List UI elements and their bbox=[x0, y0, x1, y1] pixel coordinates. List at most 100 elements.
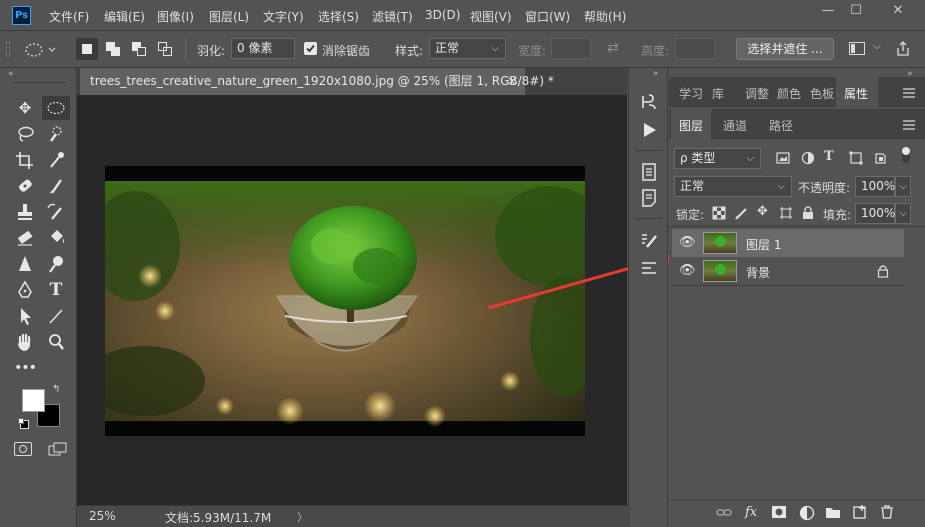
elliptical-marquee-tool-icon[interactable] bbox=[42, 96, 70, 120]
layer-filter-select[interactable]: ρ 类型 ⌵ bbox=[674, 148, 761, 169]
menu-filter[interactable]: 滤镜(T) bbox=[372, 8, 413, 25]
paragraph-settings-icon[interactable] bbox=[639, 258, 659, 278]
link-layers-icon[interactable] bbox=[716, 506, 732, 520]
menu-3d[interactable]: 3D(D) bbox=[425, 8, 460, 22]
tab-libraries[interactable]: 库 bbox=[712, 85, 724, 102]
paint-bucket-tool-icon[interactable] bbox=[42, 226, 70, 250]
tab-paths[interactable]: 路径 bbox=[769, 117, 793, 134]
tab-channels[interactable]: 通道 bbox=[723, 117, 747, 134]
visibility-eye-icon[interactable]: 👁 bbox=[679, 235, 696, 251]
tool-preset-picker[interactable] bbox=[22, 40, 62, 60]
dodge-tool-icon[interactable] bbox=[42, 252, 70, 276]
share-icon[interactable] bbox=[894, 40, 912, 58]
actions-play-icon[interactable] bbox=[639, 120, 659, 140]
tab-layers[interactable]: 图层 bbox=[671, 109, 711, 139]
adjustment-layer-filter-icon[interactable] bbox=[801, 151, 815, 165]
subtract-from-selection-button[interactable] bbox=[128, 38, 150, 60]
tab-adjustments[interactable]: 调整 bbox=[745, 85, 769, 102]
move-tool-icon[interactable]: ✥ bbox=[11, 96, 39, 120]
eyedropper-tool-icon[interactable] bbox=[42, 148, 70, 172]
path-selection-tool-icon[interactable] bbox=[11, 304, 39, 328]
brush-tool-icon[interactable] bbox=[42, 174, 70, 198]
hand-tool-icon[interactable] bbox=[11, 330, 39, 354]
panel-menu-icon[interactable] bbox=[902, 87, 916, 99]
opacity-dropdown[interactable]: ⌵ bbox=[895, 176, 911, 197]
swap-colors-icon[interactable]: ↰ bbox=[52, 384, 60, 395]
menu-file[interactable]: 文件(F) bbox=[49, 8, 89, 25]
fill-input[interactable]: 100% bbox=[855, 203, 895, 224]
type-layer-filter-icon[interactable]: T bbox=[824, 149, 834, 164]
brush-settings-icon[interactable] bbox=[639, 230, 659, 250]
lasso-tool-icon[interactable] bbox=[11, 122, 39, 146]
menu-layer[interactable]: 图层(L) bbox=[209, 8, 249, 25]
layer-name[interactable]: 图层 1 bbox=[746, 236, 781, 253]
new-layer-icon[interactable] bbox=[852, 504, 868, 520]
panel-menu-icon[interactable] bbox=[902, 119, 916, 131]
pixel-layer-filter-icon[interactable] bbox=[776, 151, 790, 165]
new-group-icon[interactable] bbox=[825, 505, 841, 519]
tab-learn[interactable]: 学习 bbox=[679, 85, 703, 102]
close-tab-icon[interactable]: × bbox=[507, 68, 517, 95]
collapse-icon[interactable]: » bbox=[653, 69, 659, 79]
menu-window[interactable]: 窗口(W) bbox=[525, 8, 570, 25]
select-and-mask-button[interactable]: 选择并遮住 ... bbox=[736, 38, 834, 60]
collapse-icon[interactable]: « bbox=[8, 69, 14, 79]
quick-selection-tool-icon[interactable] bbox=[42, 122, 70, 146]
menu-help[interactable]: 帮助(H) bbox=[584, 8, 626, 25]
menu-select[interactable]: 选择(S) bbox=[318, 8, 359, 25]
fill-dropdown[interactable]: ⌵ bbox=[895, 203, 911, 224]
crop-tool-icon[interactable] bbox=[11, 148, 39, 172]
smart-object-filter-icon[interactable] bbox=[873, 151, 887, 165]
notes-panel-icon[interactable] bbox=[639, 188, 659, 208]
clone-stamp-tool-icon[interactable] bbox=[11, 200, 39, 224]
shape-layer-filter-icon[interactable] bbox=[849, 151, 863, 165]
fx-icon[interactable]: fx bbox=[745, 505, 757, 520]
style-select[interactable]: 正常 ⌵ bbox=[429, 38, 506, 59]
opacity-input[interactable]: 100% bbox=[855, 176, 895, 197]
workspace-icon[interactable] bbox=[849, 42, 865, 55]
swap-icon[interactable]: ⇄ bbox=[607, 40, 619, 56]
line-tool-icon[interactable] bbox=[42, 304, 70, 328]
history-brush-tool-icon[interactable] bbox=[42, 200, 70, 224]
lock-image-pixels-icon[interactable] bbox=[735, 206, 749, 220]
info-panel-icon[interactable] bbox=[639, 162, 659, 182]
tab-color[interactable]: 颜色 bbox=[777, 85, 801, 102]
close-button[interactable]: ✕ bbox=[884, 2, 912, 20]
document-tab[interactable]: trees_trees_creative_nature_green_1920x1… bbox=[80, 68, 554, 95]
type-tool-icon[interactable]: T bbox=[42, 278, 70, 302]
pen-tool-icon[interactable] bbox=[11, 278, 39, 302]
layer-row-layer1[interactable]: 👁 图层 1 bbox=[672, 229, 904, 257]
more-tools-icon[interactable]: ••• bbox=[11, 356, 39, 380]
screen-mode-icon[interactable] bbox=[48, 442, 67, 456]
feather-input[interactable]: 0 像素 bbox=[231, 38, 295, 59]
layer-name[interactable]: 背景 bbox=[746, 264, 770, 281]
artboard-lock-icon[interactable] bbox=[779, 206, 793, 220]
lock-transparent-pixels-icon[interactable] bbox=[712, 206, 726, 220]
eraser-tool-icon[interactable] bbox=[11, 226, 39, 250]
add-to-selection-button[interactable] bbox=[102, 38, 124, 60]
blend-mode-select[interactable]: 正常 ⌵ bbox=[674, 176, 792, 197]
tab-properties[interactable]: 属性 bbox=[836, 77, 878, 107]
default-colors-icon[interactable] bbox=[18, 418, 29, 429]
chevron-down-icon[interactable]: ⌵ bbox=[873, 41, 881, 52]
intersect-selection-button[interactable] bbox=[154, 38, 176, 60]
width-input[interactable] bbox=[551, 38, 591, 59]
history-panel-icon[interactable] bbox=[639, 92, 659, 112]
visibility-eye-icon[interactable]: 👁 bbox=[679, 263, 696, 279]
menu-view[interactable]: 视图(V) bbox=[470, 8, 512, 25]
add-mask-icon[interactable] bbox=[771, 505, 787, 519]
zoom-level[interactable]: 25% bbox=[89, 509, 116, 523]
maximize-button[interactable]: ☐ bbox=[842, 2, 870, 20]
lock-position-icon[interactable]: ✥ bbox=[757, 204, 768, 219]
status-menu-arrow-icon[interactable]: 〉 bbox=[297, 509, 308, 525]
quick-mask-icon[interactable] bbox=[14, 442, 32, 456]
filter-toggle-switch[interactable] bbox=[902, 147, 910, 163]
healing-brush-tool-icon[interactable] bbox=[11, 174, 39, 198]
menu-edit[interactable]: 编辑(E) bbox=[104, 8, 145, 25]
menu-image[interactable]: 图像(I) bbox=[157, 8, 194, 25]
zoom-tool-icon[interactable] bbox=[42, 330, 70, 354]
adjustment-layer-icon[interactable] bbox=[799, 505, 815, 521]
height-input[interactable] bbox=[675, 38, 715, 59]
minimize-button[interactable]: — bbox=[814, 2, 842, 20]
sharpen-tool-icon[interactable] bbox=[11, 252, 39, 276]
